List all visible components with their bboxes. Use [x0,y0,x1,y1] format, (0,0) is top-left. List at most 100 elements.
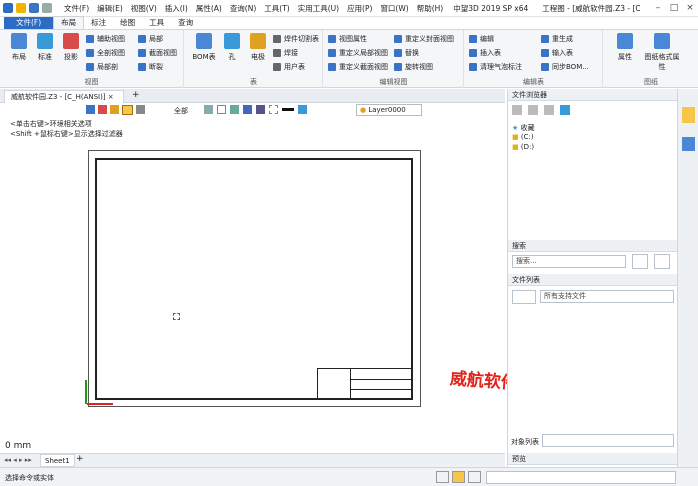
forward-icon[interactable] [528,105,538,115]
notes-icon[interactable] [682,107,695,123]
palette-icon[interactable] [682,137,695,151]
pen-icon[interactable] [98,105,107,114]
projection-button[interactable]: 投影 [56,33,86,62]
menu-attr[interactable]: 属性(A) [192,0,226,17]
view-props-button[interactable]: 视图属性 [328,33,367,45]
side-strip [677,89,698,467]
menu-window[interactable]: 窗口(W) [376,0,412,17]
tab-layout[interactable]: 布局 [53,16,85,29]
menu-help[interactable]: 帮助(H) [413,0,448,17]
command-input[interactable] [486,471,676,484]
regenerate-button[interactable]: 重生成 [541,33,573,45]
tab-query[interactable]: 查询 [171,17,200,29]
edit-button[interactable]: 编辑 [469,33,494,45]
outline-icon[interactable] [269,105,278,114]
full-section-button[interactable]: 全剖视图 [86,47,125,59]
insert-table-button[interactable]: 插入表 [469,47,501,59]
redefine-partial-button[interactable]: 重定义局部视图 [328,47,388,59]
user-table-button[interactable]: 用户表 [273,61,305,73]
partial-button[interactable]: 局部 [138,33,163,45]
title-bar: 文件(F) 编辑(E) 视图(V) 插入(I) 属性(A) 查询(N) 工具(T… [0,0,698,17]
tab-draw[interactable]: 绘图 [113,17,142,29]
object-list-select[interactable] [542,434,674,447]
sheet-tab[interactable]: Sheet1 [40,454,75,467]
sync-bom-button[interactable]: 同步BOM... [541,61,589,73]
align-icon[interactable] [243,105,252,114]
sheet-props-icon [617,33,633,49]
maximize-icon[interactable]: □ [668,2,680,14]
partial-section-button[interactable]: 局部剖 [86,61,118,73]
menu-app[interactable]: 应用(P) [343,0,376,17]
grid-status-icon[interactable] [452,471,465,483]
layer-select[interactable]: ● Layer0000 [356,104,422,116]
tab-file[interactable]: 文件(F) [4,17,54,29]
tab-annotate[interactable]: 标注 [84,17,113,29]
menu-insert[interactable]: 插入(I) [161,0,192,17]
tree-drive-c[interactable]: ■ (C:) [512,133,534,141]
aux-view-button[interactable]: 辅助视图 [86,33,125,45]
view-mode-icon[interactable] [512,290,536,304]
file-filter-select[interactable]: 所有支持文件 [540,290,674,303]
clean-balloon-button[interactable]: 清理气泡标注 [469,61,522,73]
tab-tools[interactable]: 工具 [142,17,171,29]
layout-label: 布局 [12,53,26,61]
snap-status-icon[interactable] [436,471,449,483]
brush-icon[interactable] [110,105,119,114]
ortho-status-icon[interactable] [468,471,481,483]
folder-icon: ■ [512,143,519,151]
edit-table-group: 编辑 重生成 插入表 输入表 清理气泡标注 同步BOM... 编辑表 [465,30,603,88]
search-header[interactable]: 搜索 [508,240,678,252]
back-icon[interactable] [512,105,522,115]
menu-tools[interactable]: 工具(T) [260,0,293,17]
add-tab-icon[interactable]: + [132,90,140,100]
undo-icon[interactable] [42,3,52,13]
layer-props-icon[interactable] [298,105,307,114]
menu-edit[interactable]: 编辑(E) [93,0,127,17]
view-icon[interactable] [230,105,239,114]
redefine-section-button[interactable]: 重定义截面视图 [328,61,388,73]
search-input[interactable]: 搜索... [512,255,626,268]
tree-favorites[interactable]: ★ 收藏 [512,123,535,133]
filter-toggle-icon[interactable] [122,105,133,115]
origin-marker-icon [173,313,180,320]
file-list-header[interactable]: 文件列表 [508,274,678,286]
break-button[interactable]: 断裂 [138,61,163,73]
import-table-button[interactable]: 输入表 [541,47,573,59]
preview-header[interactable]: 预览 [508,453,678,465]
snap-icon[interactable] [204,105,213,114]
rotate-view-button[interactable]: 旋转视图 [394,61,433,73]
add-sheet-icon[interactable]: + [76,454,84,464]
electrode-button[interactable]: 电极 [243,33,273,62]
save-icon[interactable] [29,3,39,13]
tree-drive-d[interactable]: ■ (D:) [512,143,534,151]
sheet-nav-icon[interactable]: ◂◂ ◂ ▸ ▸▸ [4,456,32,464]
sheet-format-button[interactable]: 图纸格式属性 [642,33,682,72]
close-icon[interactable]: × [684,2,696,14]
status-bar: 选择命令或实体 [0,467,698,486]
search-icon[interactable] [632,254,648,269]
menu-utility[interactable]: 实用工具(U) [294,0,343,17]
select-icon[interactable] [86,105,95,114]
shade-icon[interactable] [256,105,265,114]
linetype-icon[interactable] [282,108,294,111]
close-tab-icon[interactable]: × [108,93,114,101]
menu-query[interactable]: 查询(N) [226,0,260,17]
weld-button[interactable]: 焊接 [273,47,298,59]
filter-select[interactable]: 全部 [174,106,188,116]
section-view-button[interactable]: 截面视图 [138,47,177,59]
menu-file[interactable]: 文件(F) [60,0,93,17]
document-tab[interactable]: 威航软件园.Z3 - [C_H(ANSI)] × [4,90,124,103]
refresh-icon[interactable] [560,105,570,115]
minimize-icon[interactable]: – [652,2,664,14]
advanced-search-icon[interactable] [654,254,670,269]
grid-icon[interactable] [217,105,226,114]
bom-button[interactable]: BOM表 [189,33,219,62]
open-icon[interactable] [16,3,26,13]
weld-cut-table-button[interactable]: 焊件切割表 [273,33,319,45]
filter-icon[interactable] [136,105,145,114]
up-icon[interactable] [544,105,554,115]
replace-button[interactable]: 替换 [394,47,419,59]
menu-view[interactable]: 视图(V) [127,0,161,17]
redefine-cover-button[interactable]: 重定义封面视图 [394,33,454,45]
sheet-props-button[interactable]: 属性 [610,33,640,62]
